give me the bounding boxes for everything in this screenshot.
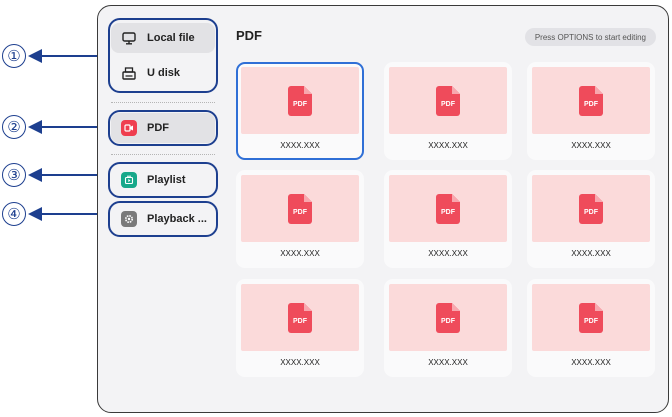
file-thumbnail: PDF bbox=[389, 284, 507, 351]
pdf-file-icon: PDF bbox=[436, 193, 460, 224]
file-name: XXXX.XXX bbox=[428, 358, 468, 367]
file-name: XXXX.XXX bbox=[571, 249, 611, 258]
sidebar-item-label: Playback ... bbox=[147, 213, 207, 225]
pdf-badge-text: PDF bbox=[293, 101, 308, 108]
pdf-badge-text: PDF bbox=[441, 101, 456, 108]
gear-icon bbox=[121, 211, 137, 227]
options-hint: Press OPTIONS to start editing bbox=[524, 28, 656, 46]
sidebar-item-label: Playlist bbox=[147, 174, 186, 186]
pdf-file-icon: PDF bbox=[579, 302, 603, 333]
file-name: XXXX.XXX bbox=[428, 249, 468, 258]
sidebar: Local file U disk PDF Playlist Playback … bbox=[98, 6, 222, 412]
file-card[interactable]: PDF XXXX.XXX bbox=[236, 62, 364, 160]
sidebar-item-u-disk[interactable]: U disk bbox=[111, 58, 215, 88]
pdf-file-icon: PDF bbox=[436, 302, 460, 333]
file-card[interactable]: PDF XXXX.XXX bbox=[236, 170, 364, 268]
callout-3: ③ bbox=[0, 163, 110, 187]
pdf-badge-text: PDF bbox=[584, 318, 599, 325]
divider bbox=[111, 154, 215, 155]
file-name: XXXX.XXX bbox=[571, 358, 611, 367]
pdf-file-icon: PDF bbox=[436, 85, 460, 116]
pdf-file-icon: PDF bbox=[288, 193, 312, 224]
usb-drive-icon bbox=[121, 65, 137, 81]
callout-number: ③ bbox=[2, 163, 26, 187]
pdf-app-icon bbox=[121, 120, 137, 136]
file-card[interactable]: PDF XXXX.XXX bbox=[527, 62, 655, 160]
callout-4: ④ bbox=[0, 202, 110, 226]
divider bbox=[111, 102, 215, 103]
file-name: XXXX.XXX bbox=[428, 141, 468, 150]
pdf-file-icon: PDF bbox=[288, 85, 312, 116]
pdf-badge-text: PDF bbox=[584, 101, 599, 108]
callout-number: ④ bbox=[2, 202, 26, 226]
file-thumbnail: PDF bbox=[389, 175, 507, 242]
callout-number: ② bbox=[2, 115, 26, 139]
file-thumbnail: PDF bbox=[241, 175, 359, 242]
sidebar-item-label: U disk bbox=[147, 67, 181, 79]
page-title: PDF bbox=[236, 28, 262, 43]
callout-line bbox=[38, 55, 100, 57]
callout-2: ② bbox=[0, 115, 110, 139]
sidebar-item-label: Local file bbox=[147, 32, 195, 44]
callout-line bbox=[38, 213, 100, 215]
file-thumbnail: PDF bbox=[532, 284, 650, 351]
monitor-icon bbox=[121, 30, 137, 46]
pdf-file-icon: PDF bbox=[579, 85, 603, 116]
file-card[interactable]: PDF XXXX.XXX bbox=[236, 279, 364, 377]
file-name: XXXX.XXX bbox=[280, 358, 320, 367]
arrow-left-icon bbox=[28, 49, 42, 63]
pdf-badge-text: PDF bbox=[441, 318, 456, 325]
pdf-badge-text: PDF bbox=[584, 209, 599, 216]
sidebar-item-local-file[interactable]: Local file bbox=[111, 23, 215, 53]
file-thumbnail: PDF bbox=[241, 284, 359, 351]
sidebar-item-label: PDF bbox=[147, 122, 169, 134]
pdf-file-icon: PDF bbox=[579, 193, 603, 224]
pdf-badge-text: PDF bbox=[441, 209, 456, 216]
arrow-left-icon bbox=[28, 120, 42, 134]
callout-line bbox=[38, 174, 100, 176]
file-card[interactable]: PDF XXXX.XXX bbox=[384, 62, 512, 160]
media-player-screen: Local file U disk PDF Playlist Playback … bbox=[97, 5, 669, 413]
pdf-badge-text: PDF bbox=[293, 209, 308, 216]
file-name: XXXX.XXX bbox=[280, 249, 320, 258]
file-thumbnail: PDF bbox=[389, 67, 507, 134]
callout-number: ① bbox=[2, 44, 26, 68]
file-card[interactable]: PDF XXXX.XXX bbox=[384, 170, 512, 268]
file-thumbnail: PDF bbox=[532, 67, 650, 134]
file-name: XXXX.XXX bbox=[280, 141, 320, 150]
file-card[interactable]: PDF XXXX.XXX bbox=[384, 279, 512, 377]
sidebar-item-playback-settings[interactable]: Playback ... bbox=[111, 204, 215, 234]
sidebar-item-playlist[interactable]: Playlist bbox=[111, 165, 215, 195]
playlist-icon bbox=[121, 172, 137, 188]
file-name: XXXX.XXX bbox=[571, 141, 611, 150]
callout-line bbox=[38, 126, 100, 128]
file-thumbnail: PDF bbox=[241, 67, 359, 134]
file-thumbnail: PDF bbox=[532, 175, 650, 242]
pdf-file-icon: PDF bbox=[288, 302, 312, 333]
pdf-badge-text: PDF bbox=[293, 318, 308, 325]
arrow-left-icon bbox=[28, 168, 42, 182]
callout-1: ① bbox=[0, 44, 110, 68]
file-card[interactable]: PDF XXXX.XXX bbox=[527, 279, 655, 377]
arrow-left-icon bbox=[28, 207, 42, 221]
file-card[interactable]: PDF XXXX.XXX bbox=[527, 170, 655, 268]
sidebar-item-pdf[interactable]: PDF bbox=[111, 113, 215, 143]
